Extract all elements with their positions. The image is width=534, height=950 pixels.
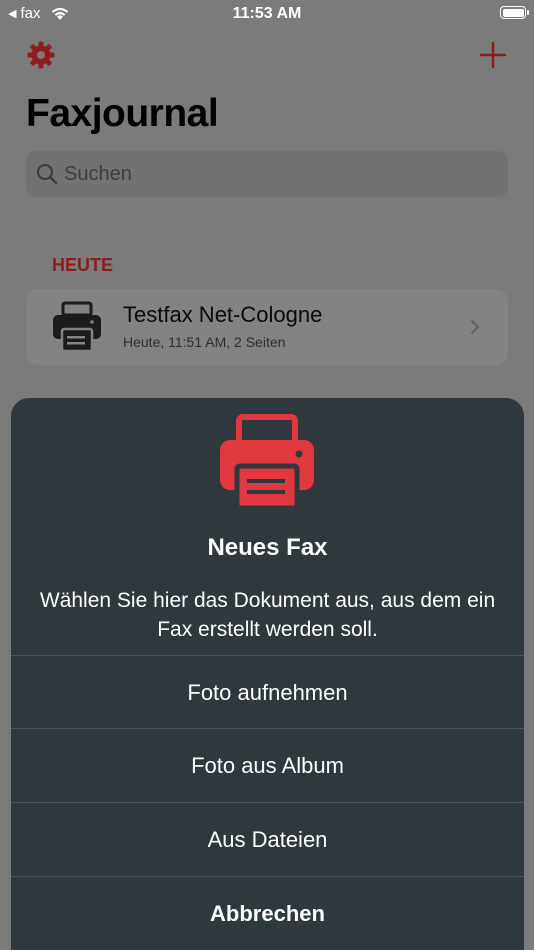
- gear-icon[interactable]: [26, 40, 56, 70]
- chevron-right-icon: [471, 320, 479, 334]
- printer-icon: [53, 301, 101, 353]
- section-header-today: HEUTE: [52, 255, 114, 275]
- cancel-button[interactable]: Abbrechen: [11, 876, 524, 950]
- fax-title: Testfax Net-Cologne: [123, 302, 323, 327]
- search-icon: [36, 163, 58, 185]
- search-input[interactable]: Suchen: [64, 163, 132, 186]
- page-title: Faxjournal: [26, 92, 219, 135]
- search-field[interactable]: Suchen: [26, 151, 508, 197]
- sheet-message: Wählen Sie hier das Dokument aus, aus de…: [39, 589, 496, 641]
- photo-from-album-button[interactable]: Foto aus Album: [11, 728, 524, 802]
- plus-icon[interactable]: [480, 42, 506, 68]
- from-files-button[interactable]: Aus Dateien: [11, 802, 524, 876]
- take-photo-button[interactable]: Foto aufnehmen: [11, 655, 524, 729]
- battery-icon: [500, 6, 529, 19]
- fax-subtitle: Heute, 11:51 AM, 2 Seiten: [123, 334, 286, 350]
- list-item[interactable]: Testfax Net-Cologne Heute, 11:51 AM, 2 S…: [26, 289, 508, 365]
- sheet-title: Neues Fax: [207, 534, 328, 561]
- status-bar: ◀ fax 11:53 AM: [0, 0, 534, 28]
- action-sheet: Neues Fax Wählen Sie hier das Dokument a…: [11, 398, 524, 950]
- status-time: 11:53 AM: [232, 5, 302, 22]
- printer-icon: [220, 414, 314, 510]
